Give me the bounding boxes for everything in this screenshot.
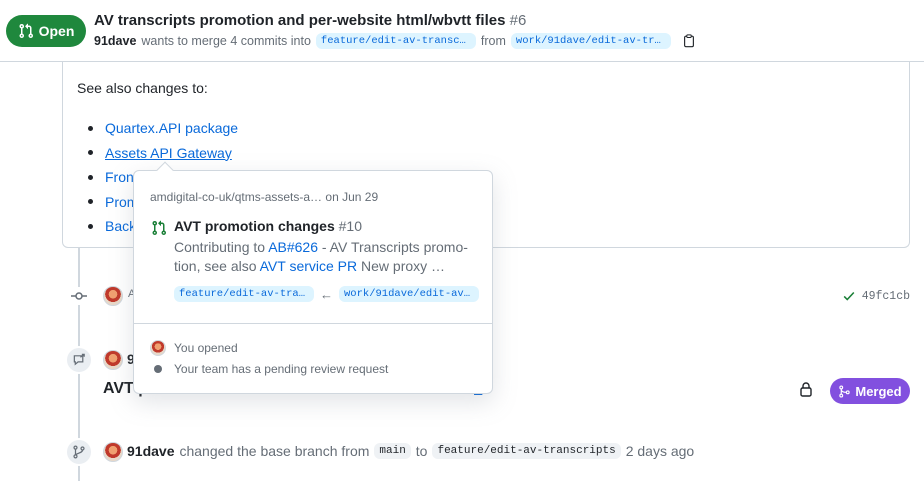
event-text: changed the base branch from [179,443,370,459]
opened-text: You opened [174,341,238,355]
pr-title: AV transcripts promotion and per-website… [94,12,526,29]
hovercard-description: Contributing to AB#626 - AV Transcripts … [174,239,468,274]
pull-request-hovercard: amdigital-co-uk/qtms-assets-a… on Jun 29… [133,161,493,394]
status-badge-open: Open [6,15,86,47]
pending-dot-icon [154,365,162,373]
from-branch-label[interactable]: main [374,443,411,459]
list-item: Quartex.API package [88,116,238,141]
check-icon [843,291,855,301]
status-badge-merged: Merged [830,378,910,404]
hovercard-repo: amdigital-co-uk/qtms-assets-a… on Jun 29 [150,190,378,204]
arrow-left-icon: ← [320,286,333,302]
link-assets-api-gateway[interactable]: Assets API Gateway [105,145,232,161]
hovercard-branches: feature/edit-av-trans… ← work/91dave/edi… [174,286,479,302]
avatar[interactable] [103,350,123,370]
sticky-pr-header: Open AV transcripts promotion and per-we… [0,0,924,62]
to-text: to [415,443,428,459]
to-branch-label[interactable]: feature/edit-av-transcripts [432,443,621,459]
pending-text: Your team has a pending review request [174,362,389,376]
list-item: Assets API Gateway [88,141,238,166]
merge-text: wants to merge 4 commits into [141,34,311,48]
hovercard-base-branch[interactable]: feature/edit-av-trans… [174,286,314,302]
hovercard-pr-title-text: AVT promotion changes [174,218,335,234]
avatar [150,340,166,356]
cross-reference-icon [65,346,93,374]
base-branch-change-event: 91dave changed the base branch from main… [127,443,694,459]
from-text: from [480,34,506,48]
merge-icon [839,384,851,398]
hovercard-head-branch[interactable]: work/91dave/edit-av-t… [339,286,479,302]
copy-icon[interactable] [682,34,696,48]
hovercard-pr-title[interactable]: AVT promotion changes #10 [174,218,362,234]
pull-request-icon [19,23,33,39]
hovercard-divider [134,323,492,324]
pr-title-text: AV transcripts promotion and per-website… [94,12,506,29]
avt-service-pr-link[interactable]: AVT service PR [260,258,358,274]
commit-sha-text: 49fc1cb [861,289,910,303]
see-also-text: See also changes to: [77,80,208,96]
base-branch-label[interactable]: feature/edit-av-transcripts [315,33,476,49]
pull-request-open-icon [152,220,167,236]
link-quartex-api[interactable]: Quartex.API package [105,120,238,136]
link-back[interactable]: Back [105,218,136,234]
merged-label: Merged [855,383,902,399]
author-link[interactable]: 91dave [94,34,136,48]
head-branch-label[interactable]: work/91dave/edit-av-transcrip… [510,33,671,49]
git-branch-icon [65,438,93,466]
avatar[interactable] [103,442,123,462]
work-item-link[interactable]: AB#626 [268,239,318,255]
pr-meta: 91dave wants to merge 4 commits into fea… [94,33,696,49]
git-commit-icon [70,287,88,305]
status-label: Open [38,23,75,39]
hovercard-repo-name[interactable]: amdigital-co-uk/qtms-assets-a… [150,190,322,204]
pr-number: #6 [509,12,527,29]
lock-icon [800,382,812,397]
hovercard-pending-row: Your team has a pending review request [150,362,388,376]
event-time[interactable]: 2 days ago [626,443,695,459]
hovercard-date: on Jun 29 [325,190,379,204]
hovercard-opened-row: You opened [150,340,238,356]
commit-sha[interactable]: 49fc1cb [842,289,910,303]
hovercard-pr-number: #10 [338,218,362,234]
event-author[interactable]: 91dave [127,443,174,459]
avatar[interactable] [103,286,123,306]
